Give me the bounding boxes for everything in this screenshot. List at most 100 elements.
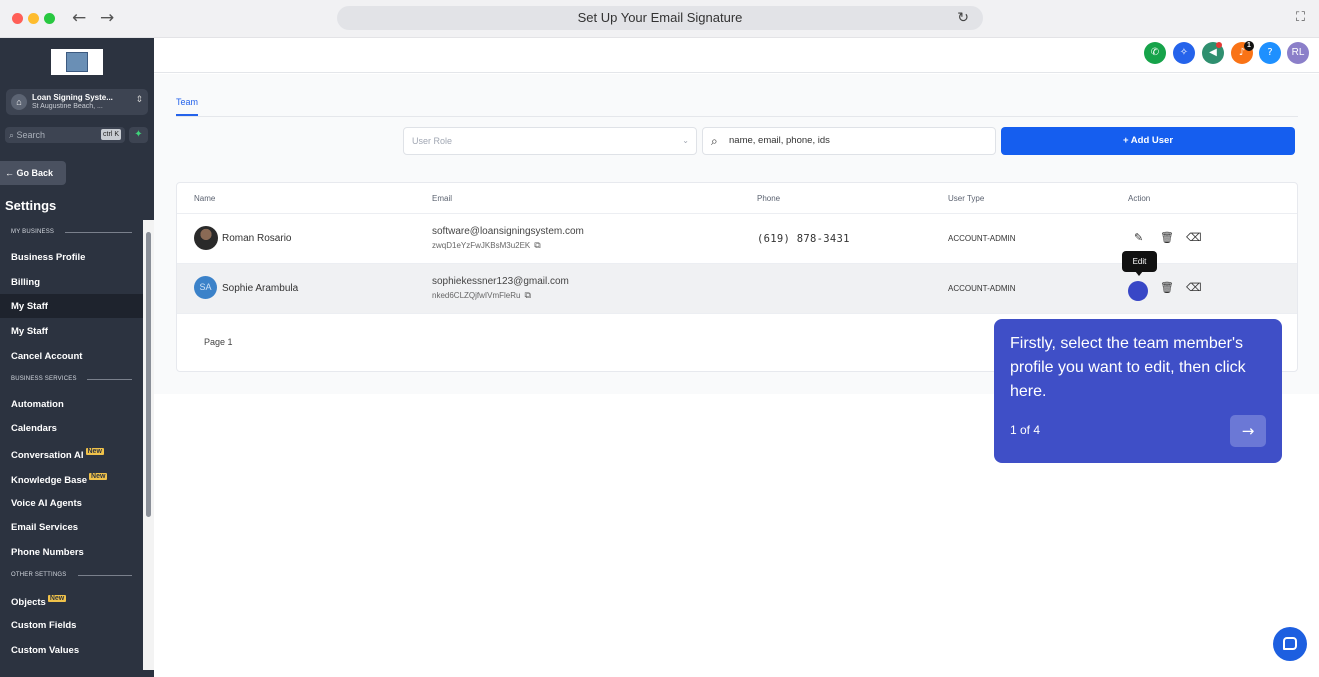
browser-toolbar: ← → Set Up Your Email Signature ↻ ⛶ [0, 0, 1319, 38]
chevron-down-icon: ⌄ [682, 136, 689, 145]
edit-button-hotspot[interactable] [1128, 281, 1148, 301]
new-badge: New [89, 473, 108, 480]
tooltip-tail [1135, 271, 1143, 276]
user-name: Sophie Arambula [222, 283, 299, 294]
new-badge: New [47, 595, 67, 602]
sidebar-item-billing[interactable]: Billing [11, 277, 40, 288]
maximize-window-button[interactable] [44, 13, 55, 24]
sidebar-item-my-staff[interactable]: My Staff [11, 326, 48, 337]
sidebar-item-email-services[interactable]: Email Services [11, 522, 78, 533]
sidebar-item-automation[interactable]: Automation [11, 399, 64, 410]
copy-icon[interactable]: ⧉ [534, 241, 540, 251]
section-my-business: MY BUSINESS [11, 229, 55, 235]
trash-icon[interactable]: 🗑 [1160, 231, 1174, 244]
tour-popover: Firstly, select the team member's profil… [994, 319, 1282, 463]
header-bar: ✆ ✧ ◀ ♪ 1 ? RL [154, 38, 1319, 73]
column-header-action: Action [1128, 194, 1151, 203]
account-switcher[interactable]: ⌂ Loan Signing Syste... St Augustine Bea… [6, 89, 148, 115]
section-business-services: BUSINESS SERVICES [11, 376, 77, 382]
sidebar-search[interactable]: ⌕ Search ctrl K [5, 127, 125, 143]
new-badge: New [85, 448, 104, 455]
search-icon: ⌕ [9, 130, 17, 140]
sidebar-item-objects[interactable]: Objects New [11, 595, 67, 608]
scrollbar-thumb[interactable] [146, 232, 151, 517]
search-placeholder: name, email, phone, ids [729, 135, 830, 146]
go-back-button[interactable]: ← Go Back [0, 161, 66, 185]
sidebar-item-my-staff-active[interactable]: My Staff [11, 301, 48, 312]
copy-icon[interactable]: ⧉ [524, 291, 530, 301]
magic-icon[interactable]: ✧ [1173, 42, 1195, 64]
account-name: Loan Signing Syste... [32, 93, 113, 102]
tour-instruction: Firstly, select the team member's profil… [1010, 335, 1246, 400]
user-id-text: nked6CLZQjfwIVmFleRu [432, 291, 521, 300]
building-icon: ⌂ [11, 94, 27, 110]
user-id: zwqD1eYzFwJKBsM3u2EK ⧉ [432, 241, 541, 251]
tour-next-button[interactable]: → [1230, 415, 1266, 447]
sidebar: ⌂ Loan Signing Syste... St Augustine Bea… [0, 38, 154, 677]
sidebar-item-conversation-ai[interactable]: Conversation AI New [11, 448, 104, 461]
user-type: ACCOUNT-ADMIN [948, 234, 1016, 243]
user-email: sophiekessner123@gmail.com [432, 276, 569, 287]
sidebar-item-label: Knowledge Base [11, 475, 88, 486]
section-other-settings: OTHER SETTINGS [11, 572, 67, 578]
add-user-button[interactable]: + Add User [1001, 127, 1295, 155]
unread-dot [1216, 42, 1222, 48]
sidebar-item-knowledge-base[interactable]: Knowledge Base New [11, 473, 108, 486]
sidebar-item-business-profile[interactable]: Business Profile [11, 252, 85, 263]
remove-icon[interactable]: ⌫ [1186, 231, 1202, 244]
sidebar-item-label: Conversation AI [11, 450, 84, 461]
settings-title: Settings [5, 198, 57, 213]
edit-tooltip: Edit [1122, 251, 1157, 272]
column-header-email: Email [432, 194, 453, 203]
page-title: Set Up Your Email Signature [577, 10, 743, 25]
sidebar-item-calendars[interactable]: Calendars [11, 423, 57, 434]
avatar [194, 226, 218, 250]
sidebar-item-cancel-account[interactable]: Cancel Account [11, 351, 82, 362]
user-id-text: zwqD1eYzFwJKBsM3u2EK [432, 241, 531, 250]
tab-divider [176, 116, 1298, 117]
column-header-phone: Phone [757, 194, 781, 203]
reload-icon[interactable]: ↻ [957, 6, 969, 30]
minimize-window-button[interactable] [28, 13, 39, 24]
forward-arrow-icon[interactable]: → [100, 8, 114, 28]
user-phone: (619) 878-3431 [757, 233, 850, 245]
chat-widget-button[interactable] [1273, 627, 1307, 661]
sidebar-item-phone-numbers[interactable]: Phone Numbers [11, 547, 84, 558]
arrow-right-icon: → [1241, 422, 1255, 440]
user-email: software@loansigningsystem.com [432, 226, 584, 237]
sidebar-item-custom-fields[interactable]: Custom Fields [11, 620, 76, 631]
page-label: Page 1 [204, 337, 233, 347]
fullscreen-icon[interactable]: ⛶ [1296, 10, 1305, 25]
chat-bubble-icon [1283, 637, 1297, 650]
address-bar[interactable]: Set Up Your Email Signature ↻ [337, 6, 983, 30]
trash-icon[interactable]: 🗑 [1160, 281, 1174, 294]
search-icon: ⌕ [711, 134, 718, 148]
close-window-button[interactable] [12, 13, 23, 24]
user-search-input[interactable]: ⌕ name, email, phone, ids [702, 127, 996, 155]
sidebar-item-label: Objects [11, 597, 46, 608]
user-role-select[interactable]: User Role ⌄ [403, 127, 697, 155]
user-avatar[interactable]: RL [1287, 42, 1309, 64]
chevron-updown-icon: ⇕ [135, 95, 143, 105]
role-placeholder: User Role [412, 136, 453, 146]
shortcut-badge: ctrl K [101, 129, 121, 140]
notification-count: 1 [1244, 41, 1254, 51]
sidebar-scrollbar[interactable] [143, 220, 154, 670]
help-icon[interactable]: ? [1259, 42, 1281, 64]
lightning-icon[interactable]: ✦ [129, 127, 148, 143]
sidebar-item-voice-ai-agents[interactable]: Voice AI Agents [11, 498, 82, 509]
company-logo [51, 49, 103, 75]
avatar: SA [194, 276, 217, 299]
phone-icon[interactable]: ✆ [1144, 42, 1166, 64]
column-header-name: Name [194, 194, 216, 203]
user-type: ACCOUNT-ADMIN [948, 284, 1016, 293]
user-name: Roman Rosario [222, 233, 292, 244]
sidebar-item-custom-values[interactable]: Custom Values [11, 645, 79, 656]
user-id: nked6CLZQjfwIVmFleRu ⧉ [432, 291, 531, 301]
column-header-user-type: User Type [948, 194, 985, 203]
back-arrow-icon[interactable]: ← [72, 8, 86, 28]
remove-icon[interactable]: ⌫ [1186, 281, 1202, 294]
edit-icon[interactable]: ✎ [1134, 231, 1143, 244]
tour-step-counter: 1 of 4 [1010, 423, 1041, 437]
tab-team[interactable]: Team [176, 97, 198, 107]
